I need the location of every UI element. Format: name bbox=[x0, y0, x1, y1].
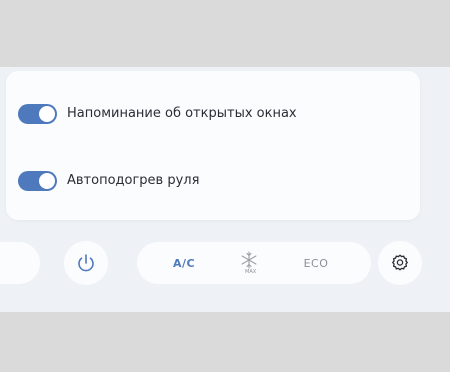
toggle-knob bbox=[39, 106, 55, 122]
max-cooling-icon-wrap: MAX bbox=[236, 249, 262, 277]
climate-controls: A/C MAX ECO bbox=[137, 242, 371, 284]
window-reminder-toggle[interactable] bbox=[18, 104, 57, 124]
steering-heat-row: Автоподогрев руля bbox=[18, 171, 199, 191]
toggle-knob bbox=[39, 173, 55, 189]
eco-button[interactable]: ECO bbox=[291, 242, 341, 284]
power-button[interactable] bbox=[64, 241, 108, 285]
screen: Напоминание об открытых окнах Автоподогр… bbox=[0, 0, 450, 372]
window-reminder-row: Напоминание об открытых окнах bbox=[18, 104, 297, 124]
ac-label: A/C bbox=[172, 256, 196, 270]
eco-label: ECO bbox=[303, 256, 329, 270]
snowflake-icon bbox=[241, 251, 257, 269]
power-icon bbox=[78, 254, 94, 272]
settings-button[interactable] bbox=[378, 241, 422, 285]
steering-heat-label: Автоподогрев руля bbox=[67, 173, 200, 188]
settings-card bbox=[6, 71, 420, 220]
steering-heat-toggle[interactable] bbox=[18, 171, 57, 191]
left-control-pill[interactable] bbox=[0, 242, 40, 284]
window-reminder-label: Напоминание об открытых окнах bbox=[67, 106, 297, 121]
gear-icon bbox=[392, 254, 408, 271]
ac-button[interactable]: A/C bbox=[159, 242, 209, 284]
max-cooling-button[interactable]: MAX bbox=[229, 242, 269, 284]
max-label: MAX bbox=[245, 269, 257, 275]
